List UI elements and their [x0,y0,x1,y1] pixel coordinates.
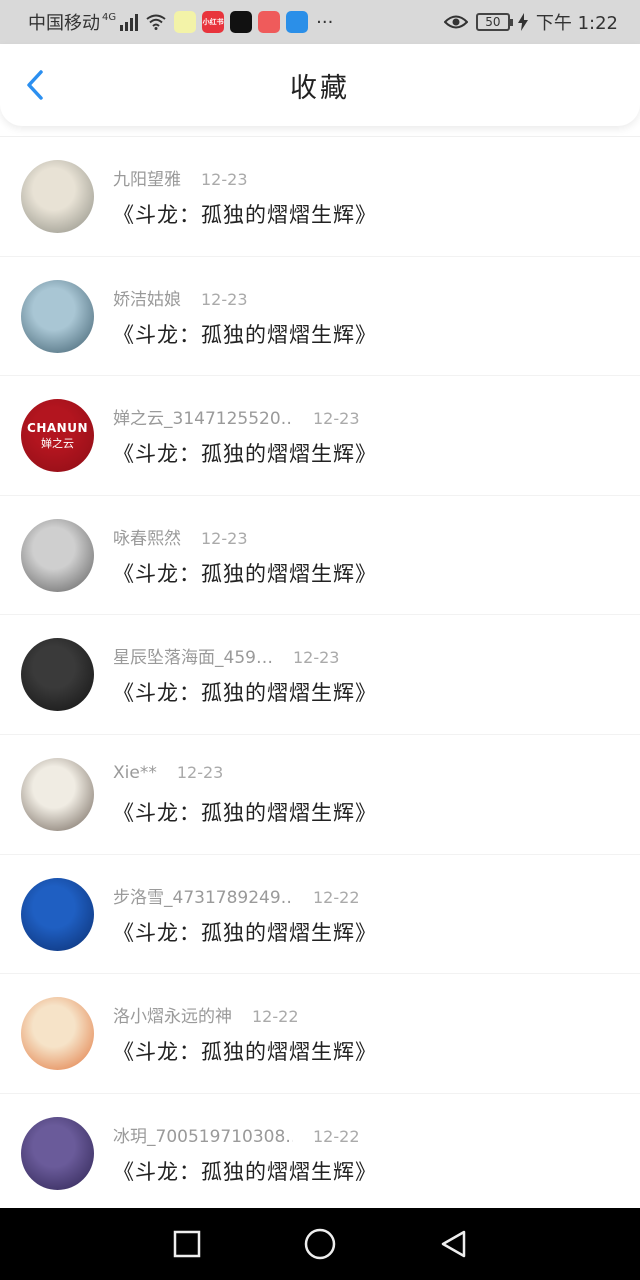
xiaohongshu-icon: 小红书 [202,11,225,33]
avatar[interactable] [21,877,94,951]
item-date: 12-23 [201,289,248,309]
carrier-label: 中国移动 [28,13,100,34]
avatar[interactable] [21,1116,94,1190]
avatar-logo-subtext: 婵之云 [41,436,74,450]
item-meta: 步洛雪_4731789249… 12-22 [113,883,360,908]
signal-icon [120,13,139,31]
avatar[interactable] [21,518,94,592]
favorite-item[interactable]: 星辰坠落海面_459… 12-23 《斗龙：孤独的熠熠生辉》 [0,615,640,735]
circle-icon [304,1228,336,1260]
work-title[interactable]: 《斗龙：孤独的熠熠生辉》 [113,199,377,229]
status-right: 50 下午 1:22 [443,9,618,35]
avatar[interactable] [21,997,94,1071]
item-meta: 咏春熙然 12-23 [113,524,248,549]
notification-app-icons: 小红书 [174,11,309,33]
back-button[interactable] [18,68,52,102]
recents-button[interactable] [167,1224,207,1264]
favorite-item[interactable]: 娇洁姑娘 12-23 《斗龙：孤独的熠熠生辉》 [0,257,640,377]
app-icon-5 [286,11,309,33]
favorite-item[interactable]: CHANUN 婵之云 婵之云_3147125520… 12-23 《斗龙：孤独的熠熠生辉… [0,376,640,496]
item-meta: 洛小熠永远的神 12-22 [113,1002,299,1027]
item-date: 12-23 [176,762,224,782]
more-notifications-label: ··· [316,11,334,33]
item-meta: 星辰坠落海面_459… 12-23 [113,643,339,668]
item-meta: 娇洁姑娘 12-23 [113,285,248,310]
favorites-list: 九阳望雅 12-23 《斗龙：孤独的熠熠生辉》 娇洁姑娘 12-23 《斗龙：孤独的熠熠生… [0,136,640,1214]
status-bar: 中国移动 4G 小红书 ··· 50 下午 1:22 [0,0,640,44]
item-meta: Xie** 12-23 [113,763,223,783]
favorite-item[interactable]: 步洛雪_4731789249… 12-22 《斗龙：孤独的熠熠生辉》 [0,855,640,975]
avatar[interactable] [21,160,94,233]
home-button[interactable] [300,1224,340,1264]
clock: 下午 1:22 [535,13,618,34]
favorite-item[interactable]: 咏春熙然 12-23 《斗龙：孤独的熠熠生辉》 [0,496,640,616]
favorite-item[interactable]: Xie** 12-23 《斗龙：孤独的熠熠生辉》 [0,735,640,855]
wifi-icon [146,14,166,30]
back-nav-button[interactable] [433,1224,473,1264]
header: 收藏 [0,44,640,126]
author-name[interactable]: 冰玥_700519710308… [113,1122,293,1147]
item-meta: 九阳望雅 12-23 [113,165,248,190]
item-date: 12-22 [252,1007,299,1027]
battery-level: 50 [485,15,501,29]
item-date: 12-23 [201,170,248,189]
network-type-label: 4G [102,11,117,23]
item-date: 12-23 [292,648,340,668]
battery-icon: 50 [475,13,513,31]
favorite-item[interactable]: 九阳望雅 12-23 《斗龙：孤独的熠熠生辉》 [0,137,640,257]
item-date: 12-23 [313,409,360,429]
square-icon [173,1230,200,1258]
tiktok-icon [230,11,253,33]
author-name[interactable]: 娇洁姑娘 [113,285,181,310]
work-title[interactable]: 《斗龙：孤独的熠熠生辉》 [113,677,377,707]
author-name[interactable]: 婵之云_3147125520… [113,404,293,429]
author-name[interactable]: 步洛雪_4731789249… [113,883,293,908]
avatar[interactable] [21,638,94,712]
app-icon-4 [258,11,281,33]
system-nav-bar [0,1208,640,1280]
author-name[interactable]: 星辰坠落海面_459… [113,643,273,668]
item-date: 12-22 [313,1126,360,1146]
app-icon-1 [174,11,197,33]
avatar-logo-text: CHANUN [27,420,88,435]
work-title[interactable]: 《斗龙：孤独的熠熠生辉》 [113,797,377,827]
author-name[interactable]: 九阳望雅 [113,165,181,190]
status-left: 中国移动 4G 小红书 ··· [28,9,333,35]
author-name[interactable]: Xie** [113,763,157,783]
triangle-back-icon [442,1230,466,1258]
charging-icon [517,13,528,31]
item-date: 12-22 [313,887,360,907]
avatar[interactable] [21,279,94,353]
favorite-item[interactable]: 冰玥_700519710308… 12-22 《斗龙：孤独的熠熠生辉》 [0,1094,640,1214]
work-title[interactable]: 《斗龙：孤独的熠熠生辉》 [113,1156,377,1186]
work-title[interactable]: 《斗龙：孤独的熠熠生辉》 [113,1036,377,1066]
work-title[interactable]: 《斗龙：孤独的熠熠生辉》 [113,917,377,947]
work-title[interactable]: 《斗龙：孤独的熠熠生辉》 [113,438,377,468]
favorite-item[interactable]: 洛小熠永远的神 12-22 《斗龙：孤独的熠熠生辉》 [0,974,640,1094]
page-title: 收藏 [290,72,350,104]
avatar[interactable]: CHANUN 婵之云 [21,399,94,473]
work-title[interactable]: 《斗龙：孤独的熠熠生辉》 [113,319,377,349]
chevron-left-icon [27,70,43,100]
author-name[interactable]: 洛小熠永远的神 [113,1002,232,1027]
item-meta: 冰玥_700519710308… 12-22 [113,1122,360,1147]
item-meta: 婵之云_3147125520… 12-23 [113,404,360,429]
item-date: 12-23 [201,528,248,548]
work-title[interactable]: 《斗龙：孤独的熠熠生辉》 [113,558,377,588]
author-name[interactable]: 咏春熙然 [113,524,181,549]
avatar[interactable] [21,757,94,831]
eye-comfort-icon [443,15,468,29]
